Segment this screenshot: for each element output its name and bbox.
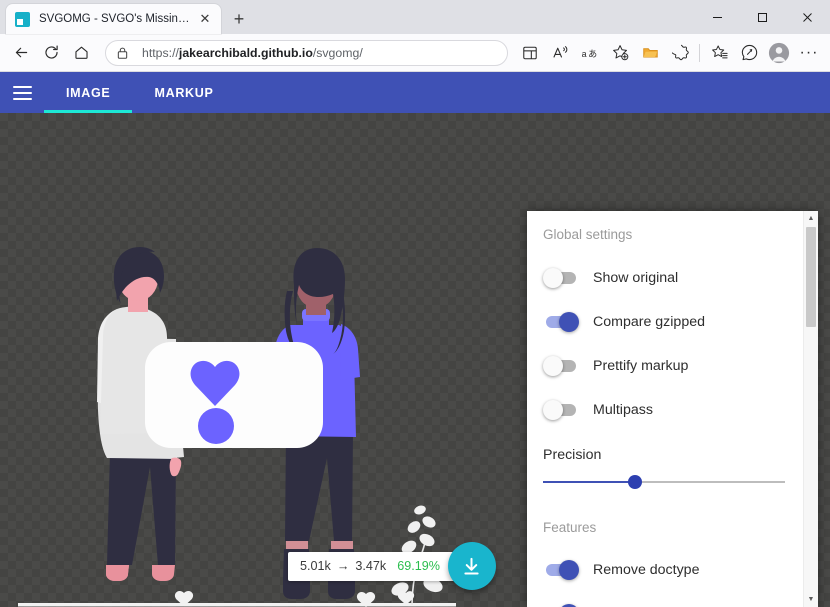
global-settings-title: Global settings [543, 227, 803, 242]
svgomg-app: IMAGE MARKUP [0, 72, 830, 607]
reduction-percent: 69.19% [397, 559, 440, 573]
option-remove-doctype[interactable]: Remove doctype [543, 556, 803, 583]
toggle-compare-gzipped[interactable] [543, 312, 579, 332]
app-header: IMAGE MARKUP [0, 72, 830, 113]
close-tab-icon[interactable]: ✕ [195, 9, 215, 29]
svg-text:a: a [581, 49, 586, 59]
window-controls [695, 0, 830, 34]
option-multipass[interactable]: Multipass [543, 396, 803, 423]
tab-markup-label: MARKUP [154, 86, 213, 100]
precision-slider[interactable] [543, 475, 785, 489]
title-bar: SVGOMG - SVGO's Missing GUI ✕ + [0, 0, 830, 34]
hamburger-menu-icon[interactable] [0, 72, 44, 113]
svg-text:あ: あ [588, 49, 597, 59]
switch-knob [543, 356, 563, 376]
option-label: Remove doctype [593, 562, 699, 578]
add-favorite-icon[interactable] [605, 38, 635, 68]
option-prettify-markup[interactable]: Prettify markup [543, 352, 803, 379]
tab-markup[interactable]: MARKUP [132, 72, 235, 113]
settings-panel[interactable]: Global settings Show original [527, 211, 818, 607]
original-size: 5.01k [300, 559, 331, 573]
read-aloud-icon[interactable] [545, 38, 575, 68]
home-icon[interactable] [66, 38, 96, 68]
option-remove-xml-instructions[interactable]: Remove XML instructions [543, 600, 803, 607]
size-comparison: 5.01k → 3.47k 69.19% [288, 552, 474, 581]
favicon-icon [15, 12, 30, 27]
scrollbar-thumb[interactable] [806, 227, 816, 327]
toggle-remove-doctype[interactable] [543, 560, 579, 580]
switch-knob [559, 560, 579, 580]
close-window-button[interactable] [785, 0, 830, 34]
option-show-original[interactable]: Show original [543, 264, 803, 291]
maximize-button[interactable] [740, 0, 785, 34]
url-host: jakearchibald.github.io [179, 46, 313, 60]
download-icon [461, 556, 482, 577]
new-tab-button[interactable]: + [225, 5, 253, 33]
browser-toolbar: aあ ··· [515, 38, 824, 68]
tab-image[interactable]: IMAGE [44, 72, 132, 113]
option-label: Compare gzipped [593, 314, 705, 330]
url-text: https://jakearchibald.github.io/svgomg/ [142, 46, 363, 60]
extension-icon[interactable] [635, 38, 665, 68]
tab-title: SVGOMG - SVGO's Missing GUI [39, 13, 195, 25]
settings-more-icon[interactable]: ··· [794, 38, 824, 68]
optimization-results: 5.01k → 3.47k 69.19% [288, 542, 496, 590]
tab-strip: SVGOMG - SVGO's Missing GUI ✕ + [0, 0, 695, 34]
lock-icon [116, 46, 131, 60]
minimize-button[interactable] [695, 0, 740, 34]
toggle-remove-xml-instructions[interactable] [543, 604, 579, 607]
precision-label: Precision [543, 447, 803, 463]
browser-window: SVGOMG - SVGO's Missing GUI ✕ + [0, 0, 830, 607]
switch-knob [559, 604, 579, 607]
slider-thumb[interactable] [628, 475, 642, 489]
toggle-multipass[interactable] [543, 400, 579, 420]
collections-icon[interactable] [704, 38, 734, 68]
navigation-bar: https://jakearchibald.github.io/svgomg/ … [0, 34, 830, 72]
settings-scroll-area: Global settings Show original [527, 211, 803, 607]
browser-tab[interactable]: SVGOMG - SVGO's Missing GUI ✕ [6, 4, 221, 34]
option-label: Show original [593, 270, 678, 286]
scroll-down-icon[interactable]: ▼ [804, 592, 818, 607]
url-scheme: https:// [142, 46, 179, 60]
settings-scrollbar[interactable]: ▲ ▼ [803, 211, 818, 607]
profile-avatar[interactable] [764, 38, 794, 68]
url-path: /svgomg/ [313, 46, 363, 60]
back-icon[interactable] [6, 38, 36, 68]
download-button[interactable] [448, 542, 496, 590]
option-label: Multipass [593, 402, 653, 418]
copilot-icon[interactable] [734, 38, 764, 68]
tab-image-label: IMAGE [66, 86, 110, 100]
toggle-show-original[interactable] [543, 268, 579, 288]
toolbar-divider [699, 44, 700, 62]
switch-knob [543, 268, 563, 288]
slider-fill [543, 481, 635, 483]
browser-essentials-icon[interactable] [665, 38, 695, 68]
features-title: Features [543, 520, 803, 535]
optimized-size: 3.47k [355, 559, 386, 573]
switch-knob [543, 400, 563, 420]
address-bar[interactable]: https://jakearchibald.github.io/svgomg/ [105, 40, 508, 66]
toggle-prettify-markup[interactable] [543, 356, 579, 376]
refresh-icon[interactable] [36, 38, 66, 68]
translate-icon[interactable]: aあ [575, 38, 605, 68]
option-label: Prettify markup [593, 358, 688, 374]
split-screen-icon[interactable] [515, 38, 545, 68]
option-compare-gzipped[interactable]: Compare gzipped [543, 308, 803, 335]
precision-control: Precision [543, 447, 803, 489]
image-canvas[interactable]: 5.01k → 3.47k 69.19% Global settings [0, 113, 830, 607]
arrow-glyph: → [337, 559, 350, 573]
scroll-up-icon[interactable]: ▲ [804, 211, 818, 226]
svg-illustration [0, 113, 500, 607]
switch-knob [559, 312, 579, 332]
